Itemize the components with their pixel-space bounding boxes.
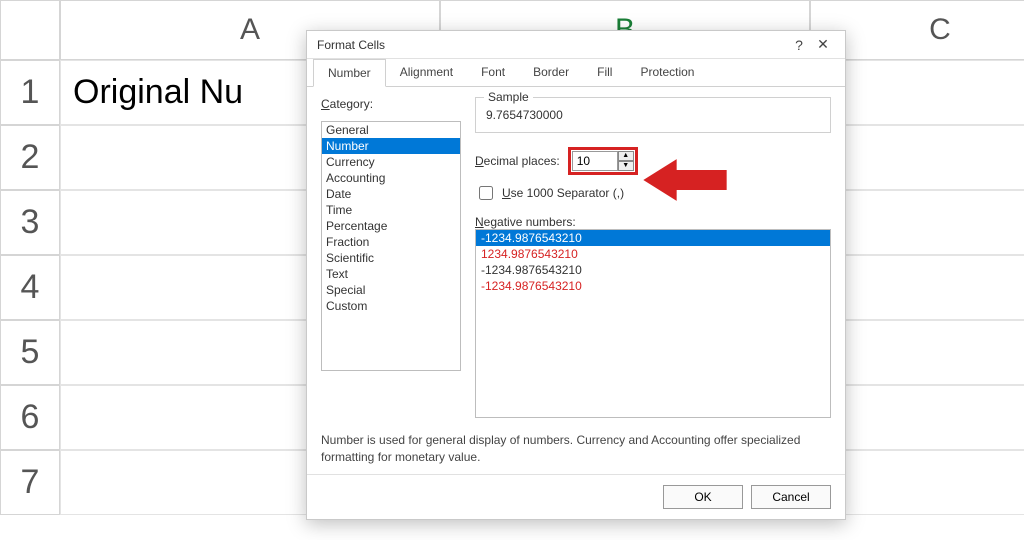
format-cells-dialog: Format Cells ? ✕ Number Alignment Font B… [306,30,846,520]
category-item[interactable]: Date [322,186,460,202]
category-item[interactable]: Text [322,266,460,282]
tab-border[interactable]: Border [519,59,583,86]
tab-alignment[interactable]: Alignment [386,59,467,86]
decimal-places-label: Decimal places: [475,154,560,168]
tab-font[interactable]: Font [467,59,519,86]
sample-label: Sample [484,90,533,104]
sample-value: 9.7654730000 [486,108,820,122]
negative-number-item[interactable]: -1234.9876543210 [476,278,830,294]
close-button[interactable]: ✕ [811,36,835,53]
decimal-places-input[interactable] [572,151,618,171]
category-item[interactable]: Percentage [322,218,460,234]
category-item[interactable]: Number [322,138,460,154]
negative-number-item[interactable]: 1234.9876543210 [476,246,830,262]
row-header-4[interactable]: 4 [0,255,60,320]
help-button[interactable]: ? [787,37,811,53]
category-item[interactable]: Fraction [322,234,460,250]
negative-numbers-list[interactable]: -1234.98765432101234.9876543210-1234.987… [475,229,831,418]
category-item[interactable]: General [322,122,460,138]
row-header-1[interactable]: 1 [0,60,60,125]
category-list[interactable]: GeneralNumberCurrencyAccountingDateTimeP… [321,121,461,371]
dialog-titlebar[interactable]: Format Cells ? ✕ [307,31,845,59]
use-1000-separator-checkbox[interactable] [479,186,493,200]
category-item[interactable]: Time [322,202,460,218]
dialog-tabs: Number Alignment Font Border Fill Protec… [307,59,845,87]
use-1000-separator-label: Use 1000 Separator (,) [502,186,624,200]
tab-protection[interactable]: Protection [626,59,708,86]
tab-fill[interactable]: Fill [583,59,626,86]
decimal-places-highlight: ▲ ▼ [568,147,638,175]
decimal-places-down[interactable]: ▼ [618,161,634,171]
category-item[interactable]: Currency [322,154,460,170]
category-label: Category: [321,97,461,111]
format-description: Number is used for general display of nu… [321,428,831,466]
ok-button[interactable]: OK [663,485,743,509]
decimal-places-up[interactable]: ▲ [618,151,634,161]
tab-number[interactable]: Number [313,59,386,87]
category-item[interactable]: Special [322,282,460,298]
negative-number-item[interactable]: -1234.9876543210 [476,262,830,278]
cancel-button[interactable]: Cancel [751,485,831,509]
row-header-5[interactable]: 5 [0,320,60,385]
category-item[interactable]: Custom [322,298,460,314]
corner-cell[interactable] [0,0,60,60]
negative-number-item[interactable]: -1234.9876543210 [476,230,830,246]
row-header-7[interactable]: 7 [0,450,60,515]
sample-group: Sample 9.7654730000 [475,97,831,133]
row-header-6[interactable]: 6 [0,385,60,450]
negative-numbers-label: Negative numbers: [475,215,831,229]
category-item[interactable]: Accounting [322,170,460,186]
category-item[interactable]: Scientific [322,250,460,266]
row-header-3[interactable]: 3 [0,190,60,255]
dialog-title: Format Cells [317,38,385,52]
row-header-2[interactable]: 2 [0,125,60,190]
